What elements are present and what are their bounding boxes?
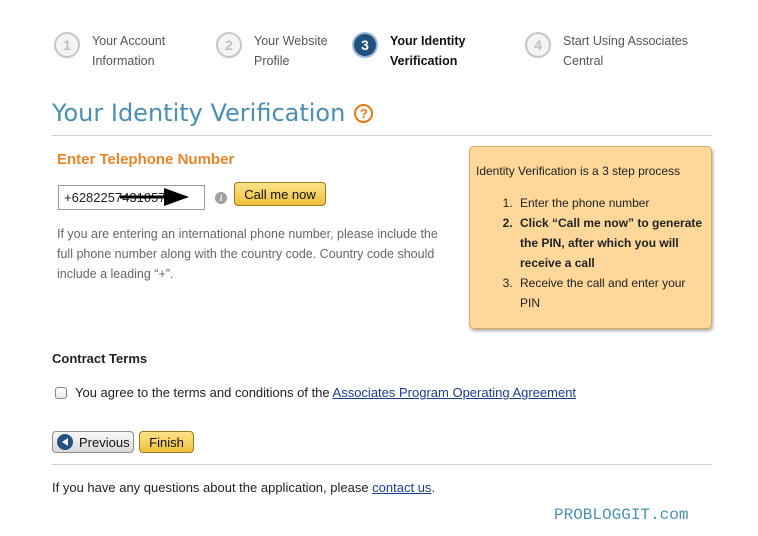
info-icon[interactable]: i	[215, 192, 227, 204]
step-identity-verification: 3 Your Identity Verification	[352, 32, 465, 71]
step-number-badge: 3	[352, 32, 378, 58]
step-label: Your Website Profile	[254, 31, 328, 71]
agree-terms-text: You agree to the terms and conditions of…	[75, 385, 333, 400]
process-step: Click “Call me now” to generate the PIN,…	[516, 213, 705, 273]
section-title-telephone: Enter Telephone Number	[57, 151, 235, 168]
page-title: Your Identity Verification ?	[52, 99, 374, 127]
process-step: Enter the phone number	[516, 193, 705, 213]
agree-terms-checkbox[interactable]	[55, 387, 67, 399]
step-account-information: 1 Your Account Information	[54, 32, 165, 71]
watermark: PROBLOGGIT.com	[554, 506, 689, 524]
footer-question-text: If you have any questions about the appl…	[52, 480, 435, 495]
step-label-line: Verification	[390, 54, 458, 68]
verification-process-box: Identity Verification is a 3 step proces…	[469, 146, 712, 329]
finish-button[interactable]: Finish	[139, 431, 194, 453]
previous-button-label: Previous	[79, 434, 130, 450]
international-number-help-text: If you are entering an international pho…	[57, 227, 438, 281]
step-label: Your Identity Verification	[390, 31, 465, 71]
step-label-line: Central	[563, 54, 604, 68]
previous-button[interactable]: Previous	[52, 431, 134, 453]
operating-agreement-link[interactable]: Associates Program Operating Agreement	[333, 385, 577, 400]
footer-suffix: .	[431, 480, 436, 495]
footer-divider	[52, 464, 712, 465]
step-label-line: Information	[92, 54, 155, 68]
contract-terms-title: Contract Terms	[52, 351, 148, 366]
step-number-badge: 4	[525, 32, 551, 58]
step-label: Start Using Associates Central	[563, 31, 688, 71]
title-divider	[52, 135, 712, 136]
help-icon[interactable]: ?	[354, 103, 374, 123]
page-title-text: Your Identity Verification	[52, 99, 346, 127]
agree-terms-label: You agree to the terms and conditions of…	[75, 385, 576, 400]
step-label-line: Your Account	[92, 34, 166, 48]
step-website-profile: 2 Your Website Profile	[216, 32, 328, 71]
step-label-line: Profile	[254, 54, 290, 68]
step-label-line: Start Using Associates	[563, 34, 689, 48]
step-label: Your Account Information	[92, 31, 165, 71]
call-me-now-button[interactable]: Call me now	[234, 182, 326, 206]
process-step: Receive the call and enter your PIN	[516, 273, 705, 313]
back-arrow-icon	[57, 434, 73, 450]
step-number-badge: 1	[54, 32, 80, 58]
process-steps-list: Enter the phone number Click “Call me no…	[476, 193, 705, 313]
step-label-line: Your Identity	[390, 34, 466, 48]
arrow-annotation-icon	[120, 188, 189, 206]
step-number-badge: 2	[216, 32, 242, 58]
process-intro: Identity Verification is a 3 step proces…	[476, 164, 681, 178]
footer-text: If you have any questions about the appl…	[52, 480, 373, 495]
step-label-line: Your Website	[254, 34, 328, 48]
step-start-using-associates: 4 Start Using Associates Central	[525, 32, 688, 71]
contact-us-link[interactable]: contact us	[372, 480, 431, 495]
